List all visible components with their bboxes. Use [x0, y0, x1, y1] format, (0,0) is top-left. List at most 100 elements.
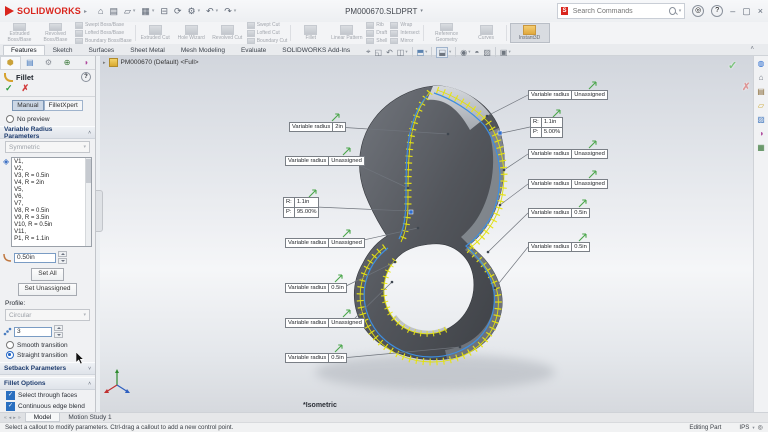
feature-manager-tab-icon[interactable]: ⬢ — [0, 56, 21, 69]
no-preview-option[interactable]: No preview — [0, 114, 95, 124]
spin-up-icon[interactable] — [58, 251, 67, 257]
instances-spinner[interactable] — [54, 325, 63, 338]
spin-down-icon[interactable] — [54, 332, 63, 338]
close-button[interactable]: × — [758, 6, 763, 16]
manual-mode-button[interactable]: Manual — [12, 100, 44, 111]
solidworks-resources-icon[interactable]: ◍ — [758, 59, 765, 68]
tab-scroll-next-icon[interactable]: ▸ — [13, 415, 16, 421]
tab-evaluate[interactable]: Evaluate — [233, 45, 274, 55]
display-manager-tab-icon[interactable]: ◑ — [76, 57, 95, 69]
tab-solidworks-add-ins[interactable]: SOLIDWORKS Add-Ins — [274, 45, 358, 55]
vertex-list[interactable]: V1, V2, V3, R = 0.5in V4, R = 2in V5, V6… — [11, 157, 92, 247]
linear-pattern-button[interactable]: Linear Pattern — [330, 23, 363, 43]
fillet-button[interactable]: Fillet — [294, 23, 327, 43]
task-pane-home-icon[interactable]: ⌂ — [759, 73, 764, 82]
list-item[interactable]: V9, R = 3.5in — [14, 215, 84, 222]
view-palette-icon[interactable]: ▨ — [757, 115, 765, 124]
spin-up-icon[interactable] — [54, 325, 63, 331]
minimize-button[interactable]: – — [730, 6, 735, 16]
undo-icon[interactable]: ↶ — [206, 6, 214, 17]
new-document-icon[interactable]: ▤ — [109, 6, 118, 17]
section-view-icon[interactable]: ◫ — [397, 48, 405, 57]
options-caret-icon[interactable]: ▾ — [198, 8, 201, 14]
user-account-icon[interactable]: ◎ — [692, 5, 705, 17]
display-style-caret-icon[interactable]: ▾ — [449, 49, 451, 55]
lofted-boss-button[interactable]: Lofted Boss/Base — [75, 29, 132, 37]
section-collapse-icon[interactable]: ˄ — [88, 130, 91, 136]
confirmation-cancel-icon[interactable]: ✗ — [742, 82, 750, 93]
tab-model[interactable]: Model — [24, 413, 61, 422]
select-through-faces-option[interactable]: ✓ Select through faces — [0, 390, 95, 401]
search-icon[interactable] — [668, 7, 676, 15]
control-point-p1[interactable] — [408, 209, 414, 215]
ribbon-collapse-icon[interactable]: ˄ — [750, 46, 754, 52]
feature-tree-flyout[interactable]: ▸ PM000670 (Default) <Full> — [103, 58, 199, 67]
callout-variable-radius[interactable]: Variable radius 2in — [289, 122, 346, 132]
rebuild-icon[interactable]: ⟳ — [174, 6, 182, 17]
open-icon[interactable]: ▱ — [124, 6, 131, 17]
continuous-edge-blend-option[interactable]: ✓ Continuous edge blend — [0, 401, 95, 412]
tab-scroll-first-icon[interactable]: « — [4, 415, 7, 421]
print-icon[interactable]: ⊟ — [160, 6, 168, 17]
dimxpert-manager-tab-icon[interactable]: ⊕ — [58, 57, 77, 69]
list-item[interactable]: V5, — [14, 187, 84, 194]
edit-appearance-icon[interactable]: ◓ — [475, 48, 480, 57]
intersect-button[interactable]: Intersect — [390, 29, 420, 37]
tab-scroll-prev-icon[interactable]: ◂ — [9, 415, 12, 421]
tab-scroll-last-icon[interactable]: » — [18, 415, 21, 421]
callout-control-point[interactable]: R: 1.1in P: 5.00% — [530, 117, 564, 138]
callout-variable-radius[interactable]: Variable radius Unassigned — [528, 179, 608, 189]
revolved-boss-button[interactable]: Revolved Boss/Base — [39, 23, 72, 43]
callout-variable-radius[interactable]: Variable radius Unassigned — [285, 238, 365, 248]
list-item[interactable]: V6, — [14, 194, 84, 201]
list-item[interactable]: V7, — [14, 201, 84, 208]
zoom-area-icon[interactable]: ◱ — [375, 48, 383, 57]
scrollbar-thumb[interactable] — [86, 159, 91, 183]
options-icon[interactable]: ⚙ — [188, 6, 196, 17]
symmetric-dropdown[interactable]: Symmetric ▾ — [5, 141, 90, 153]
spin-down-icon[interactable] — [58, 258, 67, 264]
lofted-cut-button[interactable]: Lofted Cut — [246, 29, 288, 37]
toolbar-expand-icon[interactable]: ▸ — [84, 8, 87, 15]
radius-input[interactable]: 0.50in — [14, 252, 56, 263]
continuous-edge-blend-checkbox[interactable]: ✓ — [6, 402, 15, 411]
profile-dropdown[interactable]: Circular ▾ — [5, 309, 90, 321]
straight-transition-radio[interactable] — [6, 351, 14, 359]
configuration-manager-tab-icon[interactable]: ⚙ — [39, 57, 58, 69]
part-tree-root[interactable]: PM000670 (Default) <Full> — [121, 59, 199, 66]
callout-variable-radius[interactable]: Variable radius Unassigned — [285, 318, 365, 328]
hide-show-caret-icon[interactable]: ▾ — [468, 49, 470, 55]
hole-wizard-button[interactable]: Hole Wizard — [175, 23, 208, 43]
list-item[interactable]: V4, R = 2in — [14, 180, 84, 187]
redo-icon[interactable]: ↷ — [224, 6, 232, 17]
confirmation-ok-icon[interactable]: ✓ — [728, 59, 737, 72]
draft-button[interactable]: Draft — [366, 29, 387, 37]
section-expand-icon[interactable]: ˅ — [88, 366, 91, 372]
callout-variable-radius[interactable]: Variable radius 0.5in — [285, 353, 347, 363]
file-explorer-icon[interactable]: ▱ — [758, 101, 764, 110]
units-label[interactable]: IPS — [739, 424, 749, 431]
view-orientation-caret-icon[interactable]: ▾ — [425, 49, 427, 55]
filletxpert-mode-button[interactable]: FilletXpert — [43, 100, 83, 111]
swept-cut-button[interactable]: Swept Cut — [246, 21, 288, 29]
list-item[interactable]: P1, R = 1.1in — [14, 236, 84, 243]
graphics-viewport[interactable]: ▸ PM000670 (Default) <Full> ✓ ✗ Variable… — [100, 56, 753, 412]
callout-variable-radius[interactable]: Variable radius 0.5in — [528, 242, 590, 252]
set-unassigned-button[interactable]: Set Unassigned — [17, 283, 78, 296]
list-item[interactable]: V3, R = 0.5in — [14, 173, 84, 180]
home-icon[interactable]: ⌂ — [98, 6, 103, 16]
tab-sketch[interactable]: Sketch — [45, 45, 81, 55]
search-input[interactable] — [570, 6, 666, 16]
view-orientation-icon[interactable]: ⬒ — [417, 48, 425, 57]
wrap-button[interactable]: Wrap — [390, 21, 419, 29]
reference-geometry-button[interactable]: Reference Geometry — [427, 23, 467, 43]
status-tag-icon[interactable]: ◎ — [758, 424, 763, 431]
no-preview-radio[interactable] — [6, 115, 14, 123]
fillet-options-header[interactable]: Fillet Options ˄ — [0, 377, 95, 390]
view-settings-caret-icon[interactable]: ▾ — [508, 49, 510, 55]
radius-spinner[interactable] — [58, 251, 67, 264]
display-style-icon[interactable]: ⬓ — [436, 46, 448, 58]
revolved-cut-button[interactable]: Revolved Cut — [211, 23, 244, 43]
restore-button[interactable]: ▢ — [742, 6, 751, 17]
tab-sheet-metal[interactable]: Sheet Metal — [122, 45, 173, 55]
